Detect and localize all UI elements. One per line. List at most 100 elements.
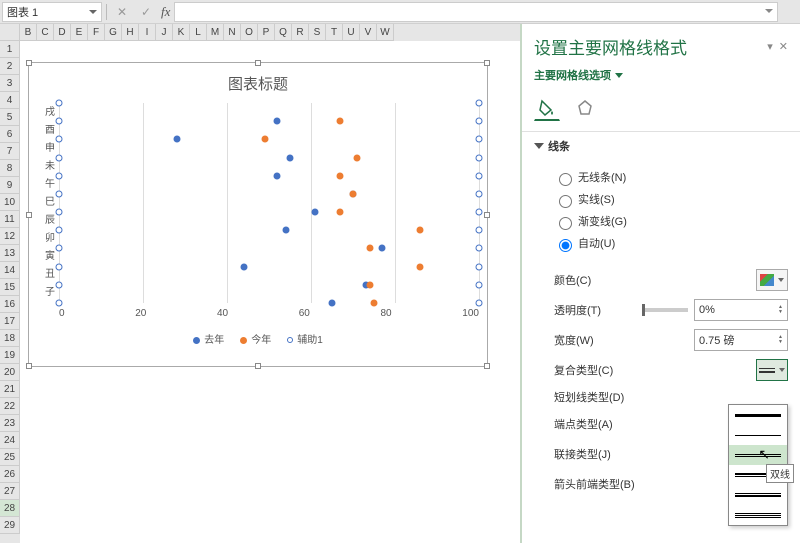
data-point[interactable]	[56, 245, 63, 252]
row-header[interactable]: 22	[0, 398, 20, 415]
data-point[interactable]	[371, 300, 378, 307]
legend-item[interactable]: 今年	[240, 331, 271, 346]
row-header[interactable]: 2	[0, 58, 20, 75]
close-icon[interactable]: ✕	[779, 40, 788, 53]
data-point[interactable]	[476, 172, 483, 179]
column-header[interactable]: D	[54, 24, 71, 41]
row-header[interactable]: 25	[0, 449, 20, 466]
row-header[interactable]: 14	[0, 262, 20, 279]
chevron-down-icon[interactable]	[89, 10, 97, 14]
row-header[interactable]: 21	[0, 381, 20, 398]
legend-item[interactable]: 去年	[193, 331, 224, 346]
task-pane-options-icon[interactable]: ▾	[767, 40, 773, 53]
data-point[interactable]	[56, 154, 63, 161]
embedded-chart[interactable]: 图表标题 戌酉申未午巳辰卯寅丑子 020406080100 去年今年辅助1	[28, 62, 488, 367]
radio-auto-line[interactable]: 自动(U)	[554, 235, 788, 252]
radio-gradient-line[interactable]: 渐变线(G)	[554, 213, 788, 230]
data-point[interactable]	[337, 209, 344, 216]
row-header[interactable]: 19	[0, 347, 20, 364]
data-point[interactable]	[366, 281, 373, 288]
column-header[interactable]: M	[207, 24, 224, 41]
data-point[interactable]	[476, 136, 483, 143]
row-header[interactable]: 10	[0, 194, 20, 211]
data-point[interactable]	[329, 300, 336, 307]
data-point[interactable]	[56, 227, 63, 234]
confirm-icon[interactable]	[137, 3, 155, 21]
compound-option-single-thick[interactable]	[729, 405, 787, 425]
data-point[interactable]	[261, 136, 268, 143]
data-point[interactable]	[56, 136, 63, 143]
column-header[interactable]: H	[122, 24, 139, 41]
column-header[interactable]: B	[20, 24, 37, 41]
transparency-input[interactable]: 0%▲▼	[694, 299, 788, 321]
row-header[interactable]: 23	[0, 415, 20, 432]
data-point[interactable]	[274, 118, 281, 125]
row-header[interactable]: 15	[0, 279, 20, 296]
row-header[interactable]: 3	[0, 75, 20, 92]
row-header[interactable]: 1	[0, 41, 20, 58]
column-header[interactable]: N	[224, 24, 241, 41]
data-point[interactable]	[379, 245, 386, 252]
expand-formula-icon[interactable]	[765, 9, 773, 13]
data-point[interactable]	[56, 118, 63, 125]
row-header[interactable]: 24	[0, 432, 20, 449]
legend-item[interactable]: 辅助1	[287, 331, 323, 346]
row-header[interactable]: 7	[0, 143, 20, 160]
data-point[interactable]	[476, 227, 483, 234]
worksheet-grid[interactable]: 1234567891011121314151617181920212223242…	[0, 24, 520, 543]
column-header[interactable]: E	[71, 24, 88, 41]
data-point[interactable]	[312, 209, 319, 216]
data-point[interactable]	[476, 281, 483, 288]
compound-option-thin-thick[interactable]	[729, 485, 787, 505]
row-header[interactable]: 9	[0, 177, 20, 194]
data-point[interactable]	[56, 172, 63, 179]
row-header[interactable]: 29	[0, 517, 20, 534]
data-point[interactable]	[476, 154, 483, 161]
column-header[interactable]: I	[139, 24, 156, 41]
data-point[interactable]	[173, 136, 180, 143]
chart-title[interactable]: 图表标题	[29, 73, 487, 94]
column-header[interactable]: F	[88, 24, 105, 41]
column-header[interactable]: S	[309, 24, 326, 41]
data-point[interactable]	[476, 300, 483, 307]
fill-line-tab[interactable]	[534, 95, 560, 121]
data-point[interactable]	[240, 263, 247, 270]
row-header[interactable]: 12	[0, 228, 20, 245]
compound-type-button[interactable]	[756, 359, 788, 381]
data-point[interactable]	[337, 172, 344, 179]
column-header[interactable]: G	[105, 24, 122, 41]
chart-legend[interactable]: 去年 今年 辅助1	[29, 331, 487, 346]
row-header[interactable]: 8	[0, 160, 20, 177]
column-header[interactable]: T	[326, 24, 343, 41]
row-header[interactable]: 5	[0, 109, 20, 126]
column-header[interactable]: P	[258, 24, 275, 41]
data-point[interactable]	[56, 190, 63, 197]
column-header[interactable]: R	[292, 24, 309, 41]
row-header[interactable]: 27	[0, 483, 20, 500]
radio-no-line[interactable]: 无线条(N)	[554, 169, 788, 186]
data-point[interactable]	[476, 263, 483, 270]
row-header[interactable]: 20	[0, 364, 20, 381]
data-point[interactable]	[476, 190, 483, 197]
data-point[interactable]	[56, 281, 63, 288]
data-point[interactable]	[287, 154, 294, 161]
column-header[interactable]: L	[190, 24, 207, 41]
data-point[interactable]	[56, 300, 63, 307]
data-point[interactable]	[337, 118, 344, 125]
cancel-icon[interactable]	[113, 3, 131, 21]
row-header[interactable]: 28	[0, 500, 20, 517]
column-header[interactable]: J	[156, 24, 173, 41]
row-header[interactable]: 17	[0, 313, 20, 330]
compound-option-triple[interactable]	[729, 505, 787, 525]
formula-input[interactable]	[174, 2, 778, 22]
compound-option-single-thin[interactable]	[729, 425, 787, 445]
width-input[interactable]: 0.75 磅▲▼	[694, 329, 788, 351]
chart-plot-area[interactable]	[59, 103, 479, 303]
column-header[interactable]: V	[360, 24, 377, 41]
data-point[interactable]	[354, 154, 361, 161]
color-picker-button[interactable]	[756, 269, 788, 291]
data-point[interactable]	[476, 100, 483, 107]
column-header[interactable]: W	[377, 24, 394, 41]
data-point[interactable]	[476, 209, 483, 216]
column-header[interactable]: Q	[275, 24, 292, 41]
